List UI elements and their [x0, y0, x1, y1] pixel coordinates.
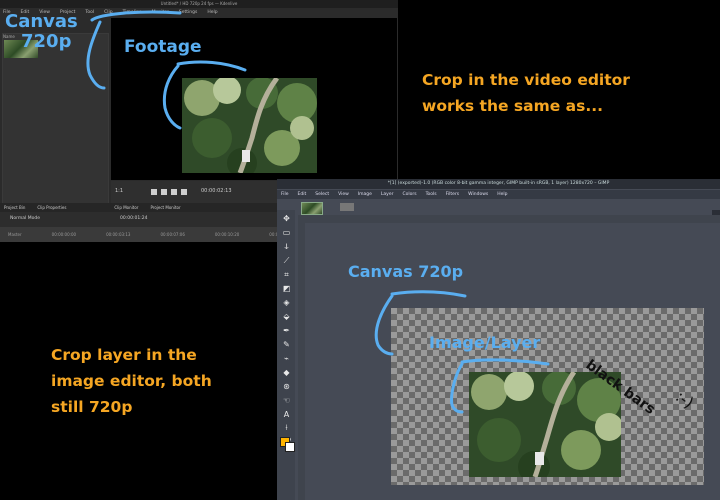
- annotation-stroke-canvas-video: [86, 10, 182, 90]
- annotation-strokes: [86, 10, 550, 414]
- annotation-stroke-footage: [162, 60, 247, 130]
- annotation-stroke-image-layer: [450, 358, 550, 414]
- annotation-stroke-canvas-image: [374, 290, 467, 356]
